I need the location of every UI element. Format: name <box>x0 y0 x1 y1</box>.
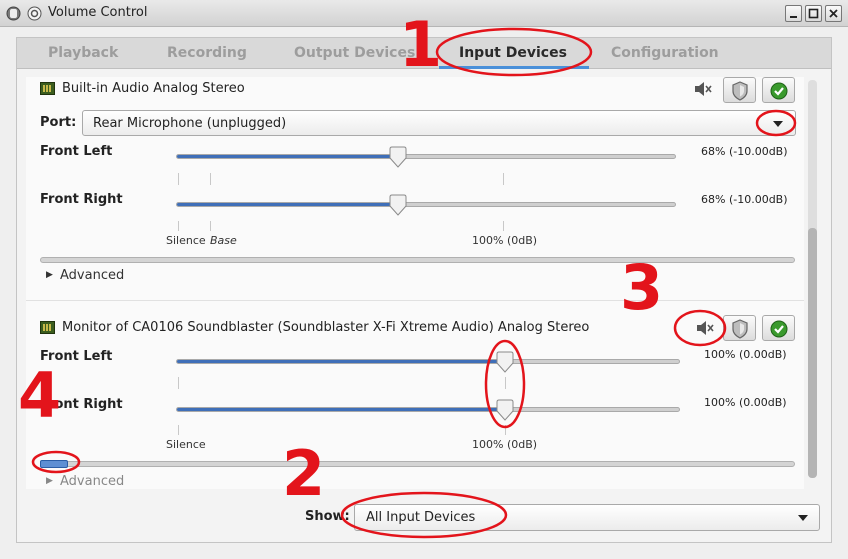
set-default-button[interactable] <box>762 315 795 341</box>
scale-silence-label: Silence <box>166 438 206 451</box>
advanced-expander[interactable]: Advanced <box>60 268 124 283</box>
set-default-button[interactable] <box>762 77 795 103</box>
tab-playback[interactable]: Playback <box>48 45 118 61</box>
port-select[interactable]: Rear Microphone (unplugged) <box>82 110 796 136</box>
speaker-muted-icon[interactable] <box>696 320 714 340</box>
volume-fill <box>177 203 399 206</box>
scale-100-label: 100% (0dB) <box>472 438 538 451</box>
expander-arrow-icon[interactable]: ▶ <box>46 270 53 280</box>
port-select-value: Rear Microphone (unplugged) <box>93 116 287 131</box>
scale-tick <box>503 173 504 185</box>
volume-slider-front-right[interactable] <box>176 407 680 412</box>
app-menu-icon[interactable] <box>6 6 21 21</box>
channel-value: 68% (-10.00dB) <box>701 145 788 158</box>
tab-input-devices[interactable]: Input Devices <box>459 45 567 61</box>
scale-tick <box>503 221 504 231</box>
device-name: Monitor of CA0106 Soundblaster (Soundbla… <box>62 320 590 335</box>
volume-fill <box>177 155 399 158</box>
volume-slider-front-left[interactable] <box>176 154 676 159</box>
show-label: Show: <box>305 509 350 524</box>
horizontal-scrollbar[interactable] <box>40 257 795 263</box>
active-tab-indicator <box>439 66 589 69</box>
lock-channels-button[interactable] <box>723 77 756 103</box>
scale-tick <box>178 221 179 231</box>
scale-tick <box>178 377 179 389</box>
channel-label-front-left: Front Left <box>40 144 113 159</box>
device-list: Built-in Audio Analog Stereo Port: Rear … <box>26 77 804 489</box>
maximize-button[interactable] <box>805 5 822 22</box>
annotation-number-2: 2 <box>282 437 326 510</box>
slider-handle[interactable] <box>495 351 515 373</box>
close-button[interactable] <box>825 5 842 22</box>
volume-control-icon <box>27 6 42 21</box>
device-name: Built-in Audio Analog Stereo <box>62 81 245 96</box>
tab-recording[interactable]: Recording <box>167 45 247 61</box>
show-filter-select[interactable]: All Input Devices <box>354 504 820 531</box>
horizontal-scrollbar[interactable] <box>40 461 795 467</box>
scale-tick <box>178 425 179 435</box>
device-divider <box>26 300 804 301</box>
minimize-button[interactable] <box>785 5 802 22</box>
scale-silence-label: Silence <box>166 234 206 247</box>
channel-value: 100% (0.00dB) <box>704 396 787 409</box>
annotation-number-3: 3 <box>620 251 664 324</box>
slider-handle[interactable] <box>495 399 515 421</box>
scale-tick <box>178 173 179 185</box>
scale-tick <box>210 173 211 185</box>
lock-channels-button[interactable] <box>723 315 756 341</box>
chevron-down-icon <box>798 515 808 521</box>
slider-handle[interactable] <box>388 194 408 216</box>
annotation-number-1: 1 <box>399 8 443 81</box>
scale-base-label: Base <box>210 234 237 247</box>
tab-output-devices[interactable]: Output Devices <box>294 45 415 61</box>
volume-fill <box>177 360 507 363</box>
speaker-muted-icon[interactable] <box>694 81 712 101</box>
channel-value: 68% (-10.00dB) <box>701 193 788 206</box>
port-label: Port: <box>40 115 77 130</box>
sound-card-icon <box>40 321 55 334</box>
horizontal-scrollbar-thumb[interactable] <box>40 460 68 468</box>
window-title: Volume Control <box>48 5 148 20</box>
scale-100-label: 100% (0dB) <box>472 234 538 247</box>
annotation-number-4: 4 <box>18 359 62 432</box>
tab-configuration[interactable]: Configuration <box>611 45 719 61</box>
volume-fill <box>177 408 507 411</box>
vertical-scrollbar[interactable] <box>808 80 817 478</box>
volume-slider-front-right[interactable] <box>176 202 676 207</box>
scale-tick <box>505 425 506 435</box>
scale-tick <box>505 377 506 389</box>
vertical-scrollbar-thumb[interactable] <box>808 228 817 478</box>
scale-tick <box>210 221 211 231</box>
advanced-expander[interactable]: Advanced <box>60 474 124 489</box>
expander-arrow-icon[interactable]: ▶ <box>46 476 53 486</box>
volume-slider-front-left[interactable] <box>176 359 680 364</box>
channel-label-front-right: Front Right <box>40 192 123 207</box>
slider-handle[interactable] <box>388 146 408 168</box>
channel-value: 100% (0.00dB) <box>704 348 787 361</box>
sound-card-icon <box>40 82 55 95</box>
chevron-down-icon <box>773 121 783 127</box>
show-filter-value: All Input Devices <box>366 510 476 525</box>
